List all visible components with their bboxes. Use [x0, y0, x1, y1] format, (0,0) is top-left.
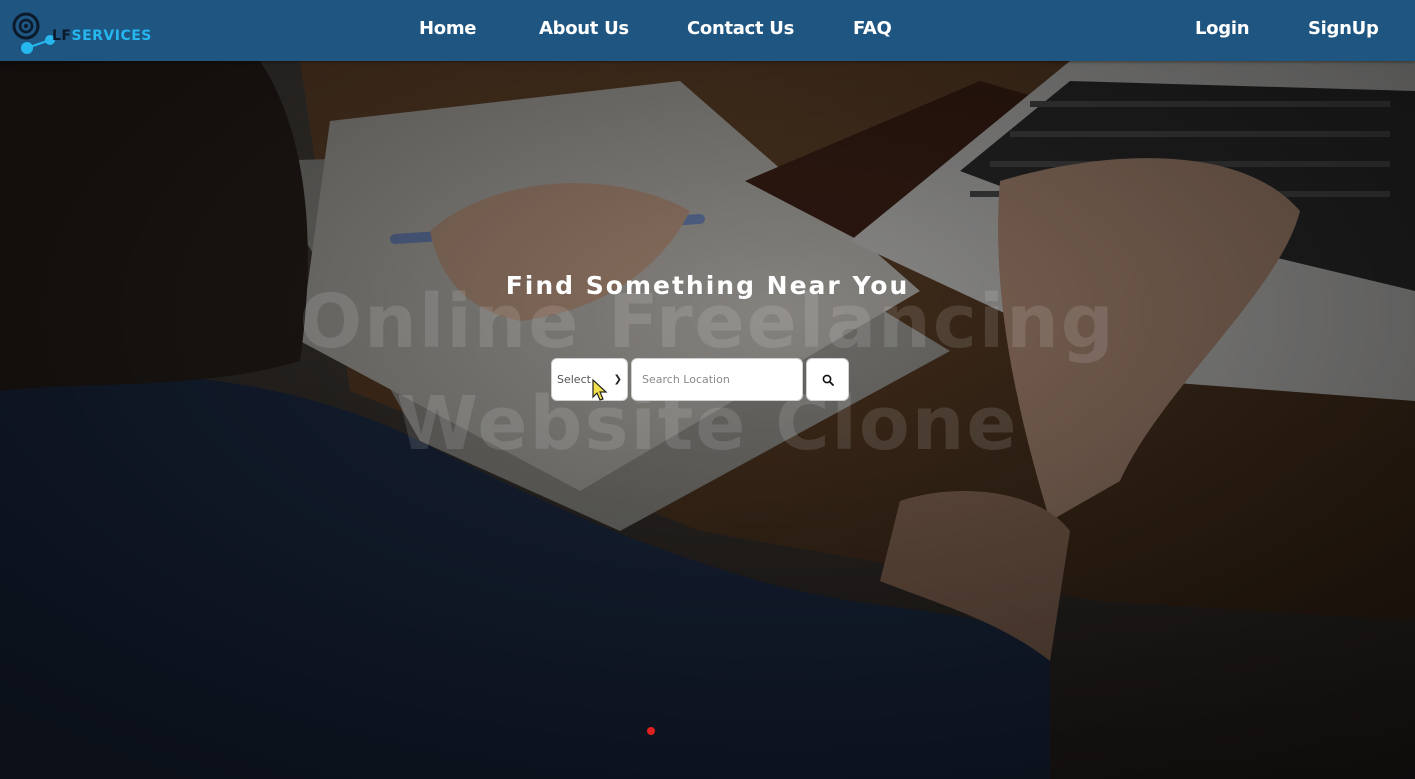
brand-suffix: SERVICES: [71, 28, 152, 44]
category-select-value: Select: [557, 373, 591, 386]
carousel-dot-active[interactable]: [647, 727, 655, 735]
login-link[interactable]: Login: [1195, 18, 1250, 39]
search-button[interactable]: [806, 358, 849, 401]
nav-about-link[interactable]: About Us: [539, 18, 629, 39]
brand-prefix: LF: [52, 28, 72, 44]
nav-home-link[interactable]: Home: [419, 18, 477, 39]
location-search-input[interactable]: [631, 358, 803, 401]
hero-title: Find Something Near You: [505, 271, 910, 300]
signup-link[interactable]: SignUp: [1308, 18, 1379, 39]
nav-contact-link[interactable]: Contact Us: [687, 18, 794, 39]
mouse-cursor-icon: [592, 378, 608, 401]
search-icon: [822, 374, 834, 386]
hero-banner: Online Freelancing Website Clone Find So…: [0, 61, 1415, 779]
brand-name: LFSERVICES: [52, 28, 152, 44]
nav-faq-link[interactable]: FAQ: [853, 18, 892, 39]
brand-logo[interactable]: LFSERVICES: [12, 10, 151, 54]
chevron-down-icon: ❯: [613, 374, 622, 385]
top-navbar: LFSERVICES Home About Us Contact Us FAQ …: [0, 0, 1415, 61]
